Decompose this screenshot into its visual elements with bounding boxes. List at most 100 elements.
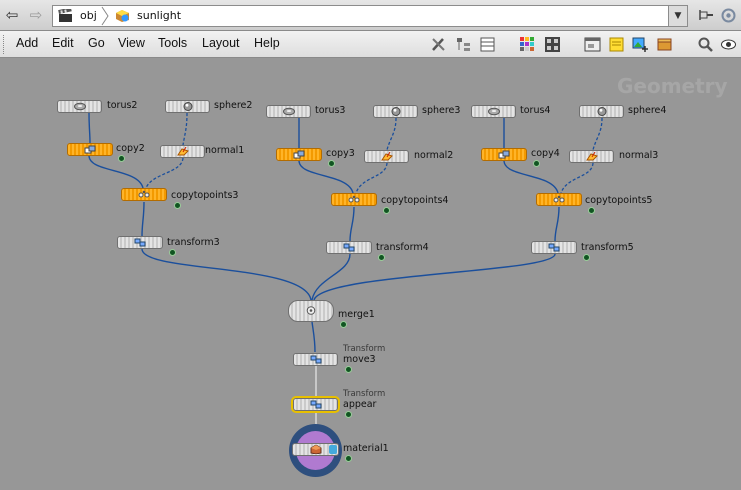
wire bbox=[311, 253, 351, 301]
menu-view[interactable]: View bbox=[118, 36, 145, 50]
node-copytopoints4[interactable] bbox=[331, 193, 377, 206]
wire bbox=[141, 248, 312, 301]
node-label: torus4 bbox=[520, 105, 551, 116]
transform-icon bbox=[548, 243, 560, 252]
node-copy3[interactable] bbox=[276, 148, 322, 161]
node-label: copy4 bbox=[531, 148, 560, 159]
copy-icon bbox=[498, 150, 510, 159]
wire bbox=[298, 160, 354, 194]
menu-add[interactable]: Add bbox=[16, 36, 38, 50]
node-flag-dot bbox=[346, 367, 351, 372]
breadcrumb-sunlight[interactable]: sunlight bbox=[137, 6, 181, 26]
shape-palette-icon[interactable] bbox=[544, 36, 561, 53]
node-flag-dot bbox=[346, 412, 351, 417]
node-label: transform4 bbox=[376, 242, 429, 253]
display-flag[interactable] bbox=[329, 445, 337, 454]
node-copy2[interactable] bbox=[67, 143, 113, 156]
node-label: sphere3 bbox=[422, 105, 461, 116]
connection-wires bbox=[88, 112, 603, 443]
node-label: transform5 bbox=[581, 242, 634, 253]
node-label: copytopoints5 bbox=[585, 195, 653, 206]
menu-help[interactable]: Help bbox=[254, 36, 280, 50]
copy-icon bbox=[293, 150, 305, 159]
node-sphere3[interactable] bbox=[373, 105, 418, 118]
menu-go[interactable]: Go bbox=[88, 36, 105, 50]
pin-icon[interactable] bbox=[698, 7, 715, 24]
clapper-icon bbox=[58, 9, 72, 22]
node-flag-dot bbox=[589, 208, 594, 213]
normal-icon bbox=[176, 147, 189, 156]
asset-box-icon[interactable] bbox=[656, 36, 673, 53]
node-merge1[interactable] bbox=[288, 300, 334, 322]
node-normal2[interactable] bbox=[364, 150, 409, 163]
node-flag-dot bbox=[384, 208, 389, 213]
node-flag-dot bbox=[584, 255, 589, 260]
dashed-wire bbox=[182, 112, 188, 146]
node-label: move3 bbox=[343, 354, 376, 365]
wire bbox=[503, 160, 559, 194]
node-transform3[interactable] bbox=[117, 236, 163, 249]
forward-arrow-icon[interactable]: ⇨ bbox=[27, 6, 45, 24]
node-normal3[interactable] bbox=[569, 150, 614, 163]
node-flag-dot bbox=[119, 156, 124, 161]
node-sphere2[interactable] bbox=[165, 100, 210, 113]
node-label: normal2 bbox=[414, 150, 454, 161]
menu-bar: Add Edit Go View Tools Layout Help bbox=[0, 31, 741, 58]
wire bbox=[311, 321, 316, 353]
node-flag-dot bbox=[175, 203, 180, 208]
tools-icon[interactable] bbox=[430, 36, 447, 53]
eye-icon[interactable] bbox=[720, 36, 737, 53]
transform-icon bbox=[134, 238, 146, 247]
node-appear[interactable] bbox=[291, 396, 340, 413]
node-flag-dot bbox=[341, 322, 346, 327]
node-sphere4[interactable] bbox=[579, 105, 624, 118]
tree-view-icon[interactable] bbox=[455, 36, 472, 53]
network-box-icon[interactable] bbox=[584, 36, 601, 53]
node-flag-dot bbox=[170, 250, 175, 255]
node-flag-dot bbox=[346, 456, 351, 461]
torus-icon bbox=[73, 102, 86, 111]
node-copytopoints3[interactable] bbox=[121, 188, 167, 201]
menu-edit[interactable]: Edit bbox=[52, 36, 74, 50]
node-material1[interactable] bbox=[292, 443, 339, 456]
node-label: transform3 bbox=[167, 237, 220, 248]
node-label: copy2 bbox=[116, 143, 145, 154]
path-bar: ⇦ ⇨ obj sunlight ▼ bbox=[0, 0, 741, 31]
sphere-icon bbox=[183, 102, 192, 111]
node-type-label: Transform bbox=[343, 344, 386, 354]
node-copy4[interactable] bbox=[481, 148, 527, 161]
dashed-wire bbox=[145, 157, 184, 189]
node-torus3[interactable] bbox=[266, 105, 311, 118]
network-editor[interactable]: Geometry torus2 sphere2 copy2 normal1 co… bbox=[0, 58, 741, 490]
node-copytopoints5[interactable] bbox=[536, 193, 582, 206]
normal-icon bbox=[585, 152, 598, 161]
material-icon bbox=[310, 445, 321, 454]
node-torus4[interactable] bbox=[471, 105, 516, 118]
wire bbox=[349, 206, 355, 242]
node-transform5[interactable] bbox=[531, 241, 577, 254]
search-icon[interactable] bbox=[697, 36, 714, 53]
node-move3[interactable] bbox=[293, 353, 338, 366]
color-palette-icon[interactable] bbox=[519, 36, 536, 53]
node-flag-dot bbox=[534, 161, 539, 166]
background-image-icon[interactable] bbox=[632, 36, 649, 53]
back-arrow-icon[interactable]: ⇦ bbox=[3, 6, 21, 24]
node-torus2[interactable] bbox=[57, 100, 102, 113]
sticky-note-icon[interactable] bbox=[608, 36, 625, 53]
node-flag-dot bbox=[379, 255, 384, 260]
path-field[interactable]: obj sunlight bbox=[52, 5, 688, 27]
node-label: torus3 bbox=[315, 105, 346, 116]
breadcrumb-obj[interactable]: obj bbox=[80, 6, 97, 26]
normal-icon bbox=[380, 152, 393, 161]
node-transform4[interactable] bbox=[326, 241, 372, 254]
list-view-icon[interactable] bbox=[479, 36, 496, 53]
menu-tools[interactable]: Tools bbox=[158, 36, 187, 50]
node-label: sphere2 bbox=[214, 100, 253, 111]
sphere-icon bbox=[391, 107, 400, 116]
menu-layout[interactable]: Layout bbox=[202, 36, 240, 50]
geometry-object-icon bbox=[116, 10, 129, 22]
node-normal1[interactable] bbox=[160, 145, 205, 158]
wire bbox=[88, 155, 144, 189]
link-icon[interactable] bbox=[720, 7, 737, 24]
path-dropdown-button[interactable]: ▼ bbox=[668, 5, 688, 27]
